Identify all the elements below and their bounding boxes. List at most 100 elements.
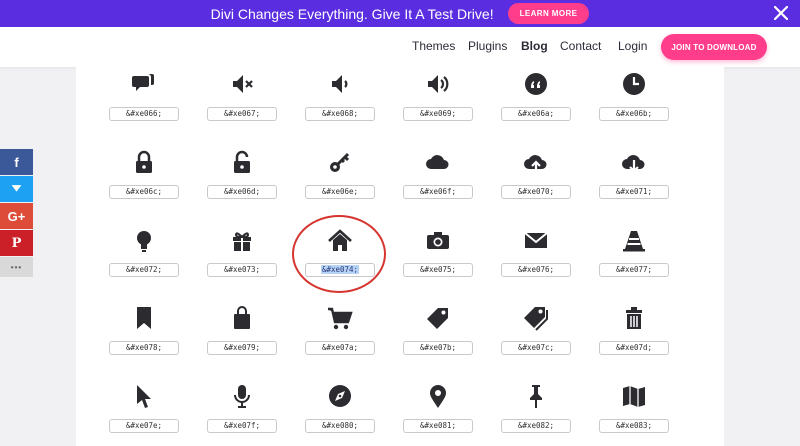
unlock-icon xyxy=(228,148,256,176)
icon-code-field[interactable]: &#xe07a; xyxy=(305,341,375,355)
icon-code-text: &#xe06e; xyxy=(321,187,359,196)
cone-icon xyxy=(620,226,648,254)
icon-cell: &#xe067; xyxy=(207,70,277,130)
icon-code-field[interactable]: &#xe080; xyxy=(305,419,375,433)
icon-code-field[interactable]: &#xe074; xyxy=(305,263,375,277)
push-pin-icon xyxy=(522,382,550,410)
key-icon xyxy=(326,148,354,176)
icon-code-field[interactable]: &#xe068; xyxy=(305,107,375,121)
icon-code-text: &#xe069; xyxy=(419,109,457,118)
icon-code-field[interactable]: &#xe081; xyxy=(403,419,473,433)
comments-icon xyxy=(130,70,158,98)
icon-code-text: &#xe068; xyxy=(321,109,359,118)
icon-cell: &#xe07e; xyxy=(109,382,179,442)
icon-code-field[interactable]: &#xe077; xyxy=(599,263,669,277)
googleplus-icon: G+ xyxy=(7,208,26,224)
icon-code-field[interactable]: &#xe071; xyxy=(599,185,669,199)
icon-code-text: &#xe082; xyxy=(517,421,555,430)
learn-more-button[interactable]: LEARN MORE xyxy=(507,3,590,24)
icon-cell: &#xe068; xyxy=(305,70,375,130)
icon-code-text: &#xe076; xyxy=(517,265,555,274)
icon-code-field[interactable]: &#xe07c; xyxy=(501,341,571,355)
icon-cell: &#xe080; xyxy=(305,382,375,442)
icon-code-field[interactable]: &#xe06d; xyxy=(207,185,277,199)
icon-code-field[interactable]: &#xe06a; xyxy=(501,107,571,121)
icon-code-field[interactable]: &#xe083; xyxy=(599,419,669,433)
nav-link-login[interactable]: Login xyxy=(618,39,647,53)
camera-icon xyxy=(424,226,452,254)
icon-code-field[interactable]: &#xe072; xyxy=(109,263,179,277)
icon-code-field[interactable]: &#xe06c; xyxy=(109,185,179,199)
more-share-button[interactable]: ••• xyxy=(0,257,33,277)
icon-code-field[interactable]: &#xe07d; xyxy=(599,341,669,355)
icon-code-field[interactable]: &#xe070; xyxy=(501,185,571,199)
volume-high-icon xyxy=(424,70,452,98)
icon-cell: &#xe06d; xyxy=(207,148,277,208)
close-icon[interactable] xyxy=(772,4,790,22)
cloud-download-icon xyxy=(620,148,648,176)
icon-code-text: &#xe07f; xyxy=(223,421,261,430)
icon-code-field[interactable]: &#xe067; xyxy=(207,107,277,121)
icon-cell: &#xe07f; xyxy=(207,382,277,442)
icon-code-field[interactable]: &#xe076; xyxy=(501,263,571,277)
icon-code-field[interactable]: &#xe075; xyxy=(403,263,473,277)
icon-code-text: &#xe080; xyxy=(321,421,359,430)
promo-text: Divi Changes Everything. Give It A Test … xyxy=(210,5,494,22)
quote-icon xyxy=(522,70,550,98)
icon-code-field[interactable]: &#xe06b; xyxy=(599,107,669,121)
icon-cell: &#xe075; xyxy=(403,226,473,286)
icon-code-text: &#xe07a; xyxy=(321,343,359,352)
icon-cell: &#xe081; xyxy=(403,382,473,442)
icon-code-field[interactable]: &#xe066; xyxy=(109,107,179,121)
icon-code-field[interactable]: &#xe07b; xyxy=(403,341,473,355)
nav-link-blog[interactable]: Blog xyxy=(521,39,548,53)
icon-code-field[interactable]: &#xe073; xyxy=(207,263,277,277)
icon-code-field[interactable]: &#xe078; xyxy=(109,341,179,355)
house-icon xyxy=(326,226,354,254)
icon-code-text: &#xe06b; xyxy=(615,109,653,118)
nav-link-contact[interactable]: Contact xyxy=(560,39,601,53)
icon-cell: &#xe069; xyxy=(403,70,473,130)
icon-cell: &#xe06e; xyxy=(305,148,375,208)
icon-cell: &#xe073; xyxy=(207,226,277,286)
icon-code-field[interactable]: &#xe06e; xyxy=(305,185,375,199)
icon-code-text: &#xe078; xyxy=(125,343,163,352)
icon-code-text: &#xe081; xyxy=(419,421,457,430)
nav-link-plugins[interactable]: Plugins xyxy=(468,39,507,53)
icon-code-text: &#xe06c; xyxy=(125,187,163,196)
icon-code-field[interactable]: &#xe079; xyxy=(207,341,277,355)
tag-icon xyxy=(424,304,452,332)
main-nav: Themes Plugins Blog Contact Login JOIN T… xyxy=(0,27,800,67)
twitter-share-button[interactable] xyxy=(0,176,33,202)
cursor-icon xyxy=(130,382,158,410)
mail-icon xyxy=(522,226,550,254)
icon-code-text: &#xe07b; xyxy=(419,343,457,352)
twitter-icon xyxy=(10,181,23,197)
more-icon: ••• xyxy=(10,262,23,272)
volume-low-icon xyxy=(326,70,354,98)
facebook-share-button[interactable]: f xyxy=(0,149,33,175)
map-pin-icon xyxy=(424,382,452,410)
join-to-download-button[interactable]: JOIN TO DOWNLOAD xyxy=(661,34,767,60)
icon-code-text: &#xe079; xyxy=(223,343,261,352)
icon-code-field[interactable]: &#xe07f; xyxy=(207,419,277,433)
icon-code-field[interactable]: &#xe06f; xyxy=(403,185,473,199)
clock-icon xyxy=(620,70,648,98)
icon-cell: &#xe070; xyxy=(501,148,571,208)
icon-code-field[interactable]: &#xe082; xyxy=(501,419,571,433)
pinterest-share-button[interactable]: P xyxy=(0,230,33,256)
icon-cell: &#xe082; xyxy=(501,382,571,442)
icon-code-text: &#xe071; xyxy=(615,187,653,196)
googleplus-share-button[interactable]: G+ xyxy=(0,203,33,229)
icon-code-text: &#xe075; xyxy=(419,265,457,274)
icon-code-field[interactable]: &#xe07e; xyxy=(109,419,179,433)
map-icon xyxy=(620,382,648,410)
icon-cell: &#xe076; xyxy=(501,226,571,286)
cloud-icon xyxy=(424,148,452,176)
icon-cell: &#xe06f; xyxy=(403,148,473,208)
bookmark-icon xyxy=(130,304,158,332)
icon-code-field[interactable]: &#xe069; xyxy=(403,107,473,121)
volume-mute-icon xyxy=(228,70,256,98)
icon-cell: &#xe06a; xyxy=(501,70,571,130)
nav-link-themes[interactable]: Themes xyxy=(412,39,455,53)
